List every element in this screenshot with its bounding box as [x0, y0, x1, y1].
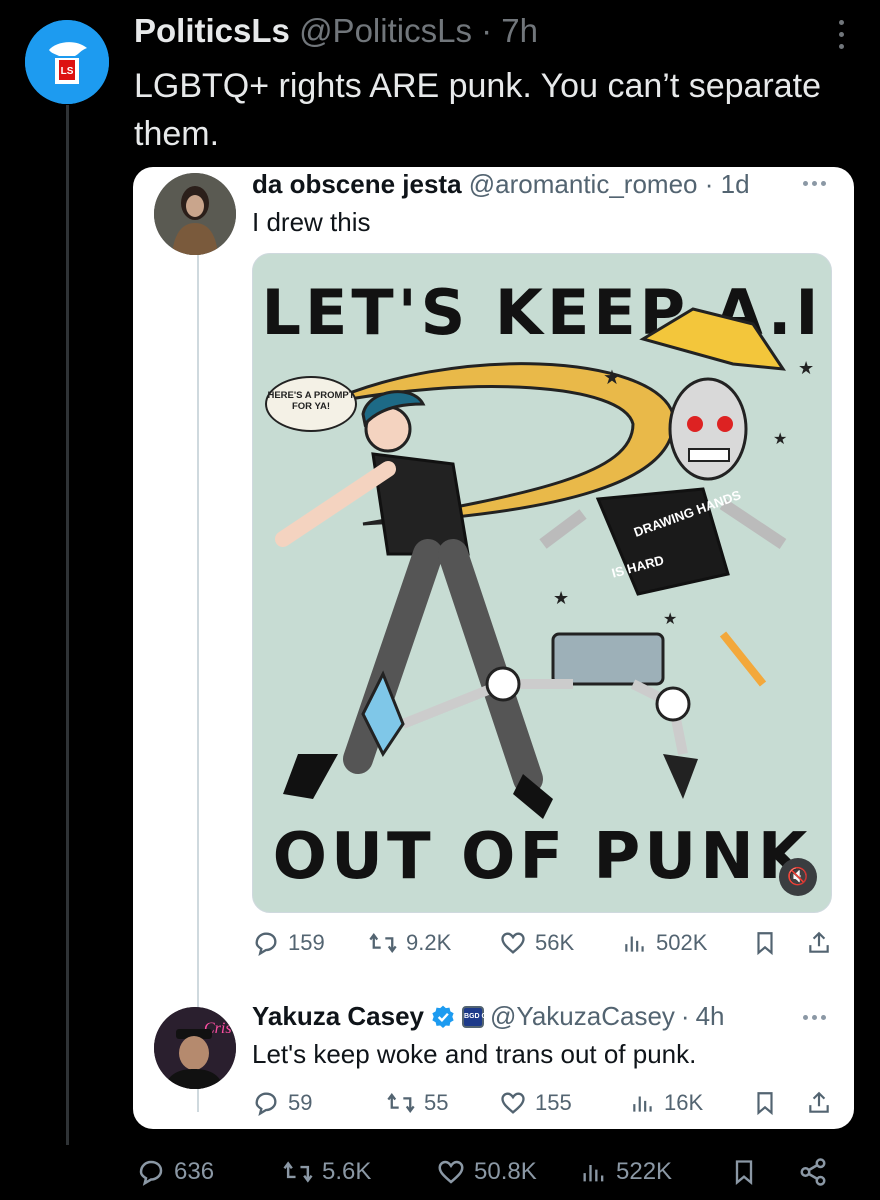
heart-icon: [501, 932, 525, 954]
handle[interactable]: @aromantic_romeo: [469, 169, 698, 199]
retweet-icon: [387, 1093, 415, 1113]
retweet-button[interactable]: 5.6K: [282, 1152, 371, 1192]
handle[interactable]: @YakuzaCasey: [490, 1001, 675, 1032]
affiliate-badge-icon: BGD CLB: [462, 1005, 496, 1028]
avatar[interactable]: [154, 173, 236, 255]
svg-text:★: ★: [798, 358, 814, 378]
handle[interactable]: @PoliticsLs: [299, 12, 472, 49]
separator: ·: [481, 12, 493, 49]
views-icon: [583, 1165, 604, 1182]
views-icon: [625, 936, 644, 952]
view-count: 16K: [664, 1090, 704, 1115]
tweet-text: LGBTQ+ rights ARE punk. You can’t separa…: [134, 67, 822, 153]
reply-count: 59: [288, 1090, 313, 1115]
like-button[interactable]: 56K: [499, 925, 574, 961]
like-button[interactable]: 50.8K: [436, 1152, 537, 1192]
display-name[interactable]: PoliticsLs: [134, 12, 290, 49]
reply-icon: [139, 1160, 163, 1186]
share-network-icon: [800, 1158, 826, 1186]
more-options-icon[interactable]: [834, 20, 848, 54]
tweet-header: PoliticsLs @PoliticsLs · 7h: [134, 12, 538, 50]
svg-text:★: ★: [553, 588, 569, 608]
view-count: 522K: [616, 1158, 673, 1185]
like-button[interactable]: 155: [499, 1085, 572, 1121]
mute-icon[interactable]: 🔇: [779, 858, 817, 896]
retweet-count: 9.2K: [406, 930, 452, 955]
reply-button[interactable]: 59: [252, 1085, 312, 1121]
retweet-icon: [283, 1161, 313, 1183]
reply-button[interactable]: 636: [136, 1152, 214, 1192]
avatar[interactable]: LS: [25, 20, 109, 104]
retweet-icon: [369, 933, 397, 953]
display-name[interactable]: Yakuza Casey: [252, 1001, 424, 1032]
verified-badge-icon: [432, 1005, 454, 1028]
retweet-count: 55: [424, 1090, 449, 1115]
heart-icon: [501, 1092, 525, 1114]
share-icon: [809, 1091, 829, 1113]
more-options-icon[interactable]: [803, 1015, 826, 1020]
quoted-tweet-card[interactable]: da obscene jesta @aromantic_romeo · 1d I…: [133, 167, 854, 1129]
heart-icon: [438, 1160, 464, 1184]
separator: ·: [680, 1001, 690, 1031]
bookmark-icon: [735, 1160, 753, 1185]
svg-text:★: ★: [603, 367, 621, 389]
like-count: 50.8K: [474, 1158, 537, 1185]
svg-text:★: ★: [663, 611, 677, 628]
avatar[interactable]: Cris: [154, 1007, 236, 1089]
illustration: ★ ★ ★ ★ ★: [275, 307, 814, 819]
retweet-button[interactable]: 55: [386, 1085, 448, 1121]
tweet-header: da obscene jesta @aromantic_romeo · 1d: [252, 169, 750, 200]
reply-icon: [255, 1092, 277, 1116]
tweet-image[interactable]: LET'S KEEP A.I ★ ★ ★ ★ ★ HERE'S A PROMPT…: [252, 253, 832, 913]
bookmark-icon: [757, 932, 773, 956]
reply-count: 159: [288, 930, 325, 955]
bookmark-button[interactable]: [752, 925, 778, 961]
view-count: 502K: [656, 930, 708, 955]
action-bar: 59 55 155 16K: [252, 1085, 837, 1121]
timestamp[interactable]: 7h: [501, 12, 538, 49]
thread-line: [197, 252, 199, 1112]
svg-text:★: ★: [773, 431, 787, 448]
timestamp[interactable]: 4h: [696, 1001, 725, 1032]
views-button[interactable]: 502K: [622, 925, 707, 961]
politicsls-logo-icon: LS: [25, 20, 109, 104]
like-count: 56K: [535, 930, 575, 955]
reply-icon: [255, 932, 277, 956]
reply-count: 636: [174, 1158, 215, 1185]
timestamp[interactable]: 1d: [721, 169, 750, 199]
retweet-count: 5.6K: [322, 1158, 372, 1185]
like-count: 155: [535, 1090, 572, 1115]
svg-text:LS: LS: [61, 66, 74, 77]
display-name[interactable]: da obscene jesta: [252, 169, 462, 199]
speech-bubble: HERE'S A PROMPT FOR YA!: [265, 376, 357, 432]
image-title-bottom: OUT OF PUNK: [272, 820, 812, 894]
bookmark-icon: [757, 1092, 773, 1116]
action-bar: 159 9.2K 56K 502K: [252, 925, 837, 961]
tweet-text: I drew this: [252, 207, 371, 237]
thread-line: [66, 105, 69, 1145]
share-button[interactable]: [806, 1085, 832, 1121]
bookmark-button[interactable]: [752, 1085, 778, 1121]
share-button[interactable]: [806, 925, 832, 961]
share-icon: [809, 931, 829, 953]
share-button[interactable]: [798, 1152, 828, 1192]
views-button[interactable]: 522K: [580, 1152, 672, 1192]
views-icon: [633, 1096, 652, 1112]
action-bar: 636 5.6K 50.8K 522K: [132, 1152, 852, 1192]
views-button[interactable]: 16K: [630, 1085, 703, 1121]
separator: ·: [704, 169, 714, 199]
bookmark-button[interactable]: [730, 1152, 758, 1192]
retweet-button[interactable]: 9.2K: [368, 925, 451, 961]
reply-button[interactable]: 159: [252, 925, 325, 961]
more-options-icon[interactable]: [803, 181, 826, 186]
tweet-text: Let's keep woke and trans out of punk.: [252, 1039, 697, 1069]
tweet-header: Yakuza Casey BGD CLB @YakuzaCasey · 4h: [252, 1001, 725, 1032]
